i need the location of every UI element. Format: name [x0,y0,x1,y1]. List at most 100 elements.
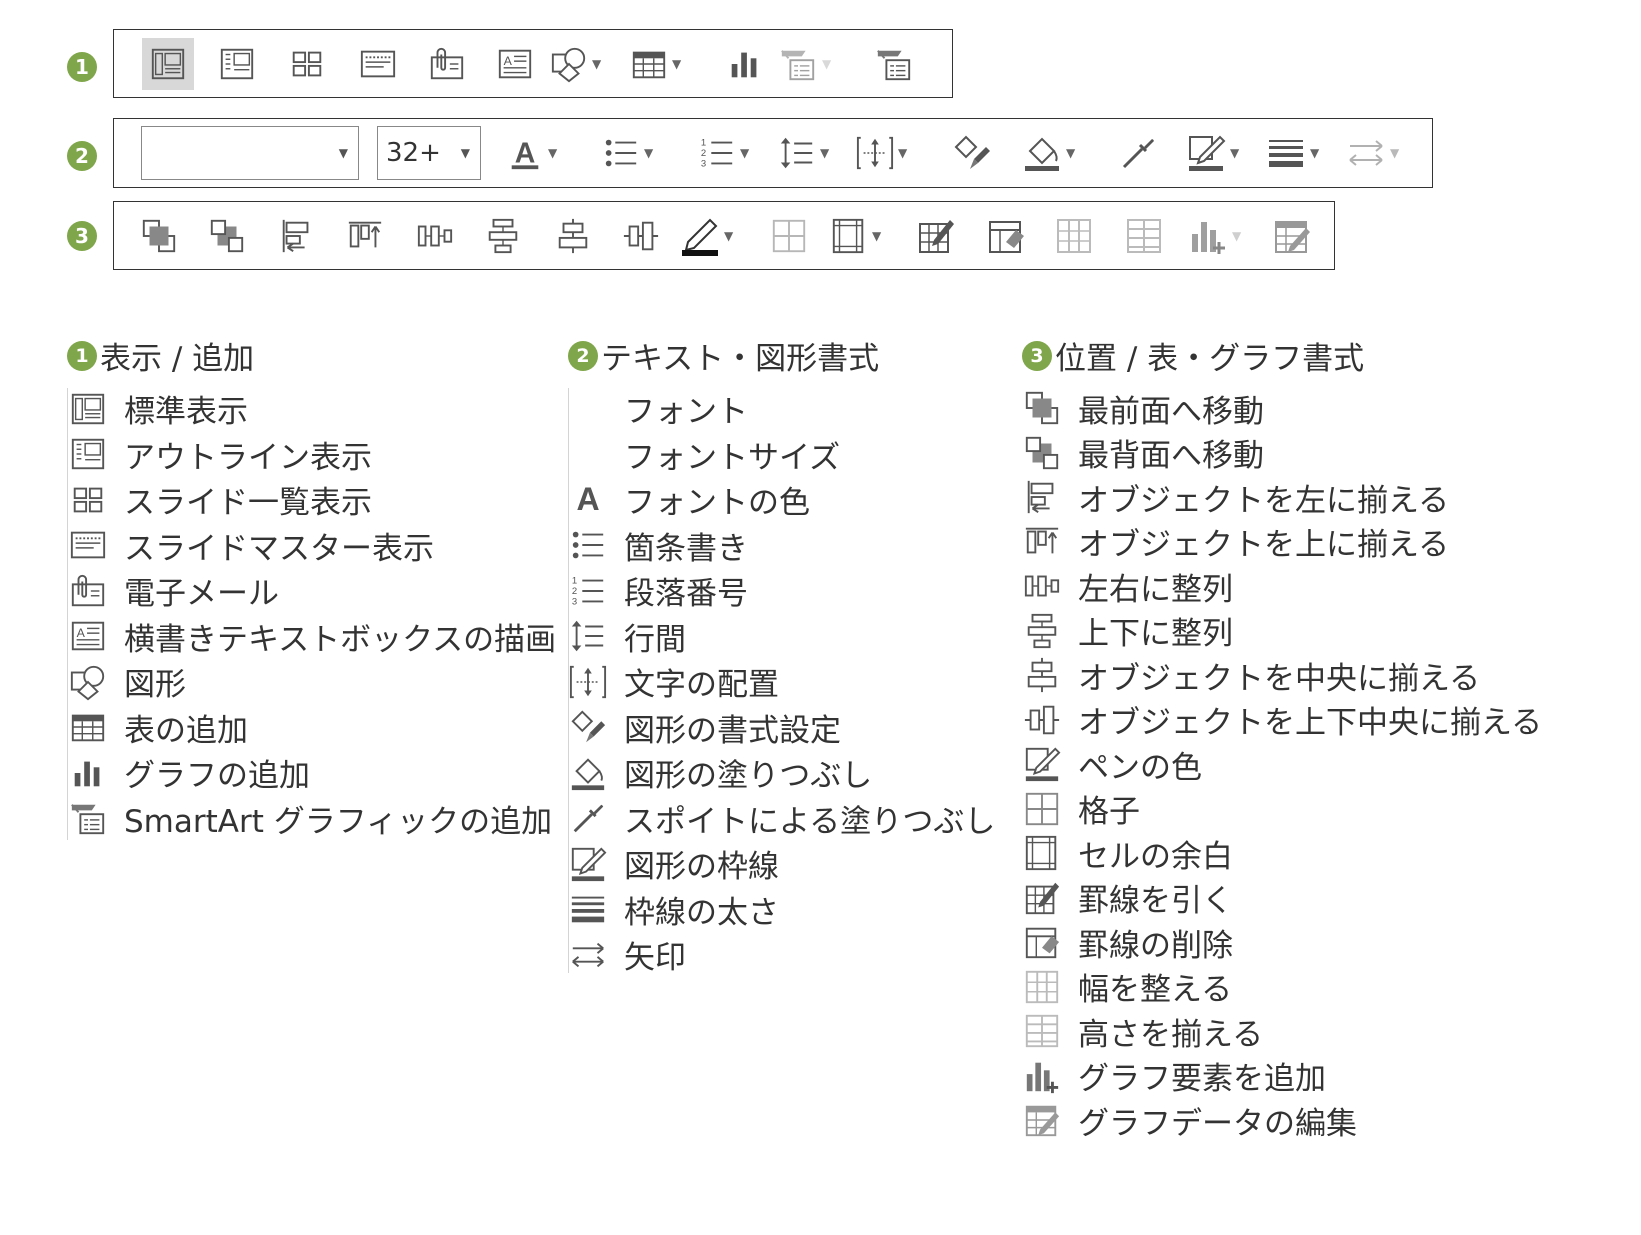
slide-master-icon[interactable] [358,45,398,83]
bring-front-icon[interactable] [140,217,178,255]
edit-data-icon[interactable] [1272,216,1312,256]
distribute-cols-icon[interactable] [1054,216,1094,256]
grid-icon[interactable] [770,217,808,255]
smartart-icon[interactable]: ▼ [778,45,831,83]
shape-icon[interactable]: ▼ [550,45,601,83]
email-icon [66,571,110,611]
list-item: 最前面へ移動 [1020,386,1542,431]
font-name-combo[interactable]: ▼ [141,126,359,180]
list-item: 左右に整列 [1020,564,1542,609]
list-item: 枠線の太さ [566,887,995,933]
eyedropper-icon [566,798,610,838]
list-item-label: 矢印 [624,940,686,977]
list-item: 段落番号 [566,568,995,614]
legend-col3-title-text: 位置 / 表・グラフ書式 [1055,341,1365,377]
list-item-label: ペンの色 [1078,749,1202,786]
smartart-alt-icon[interactable] [874,45,914,83]
list-item: 図形の書式設定 [566,705,995,751]
font-size-combo[interactable]: 32+ ▼ [377,126,481,180]
list-item-label: 罫線を引く [1078,883,1233,920]
line-weight-icon[interactable]: ▼ [1266,133,1319,173]
normal-view-icon[interactable] [142,37,194,90]
smartart-icon [66,798,110,838]
pen-color-icon[interactable]: ▼ [680,216,733,256]
textbox-icon[interactable] [496,45,534,83]
legend-col3-title: 3 位置 / 表・グラフ書式 [1022,333,1364,378]
legend-col1-list: 標準表示 アウトライン表示 スライド一覧表示 スライドマスター表示 電子メール … [66,386,556,841]
normal-view-icon [66,389,110,429]
list-item-label: 箇条書き [624,530,748,567]
line-spacing-icon[interactable]: ▼ [778,134,829,172]
draw-border-icon [1020,878,1064,918]
align-center-icon[interactable] [554,217,592,255]
list-item: 図形 [66,659,556,705]
eyedropper-icon[interactable] [1118,133,1158,173]
list-item-label: 横書きテキストボックスの描画 [124,621,557,658]
list-item: 罫線を引く [1020,876,1542,921]
list-item-label: 行間 [624,621,686,658]
chevron-down-icon: ▼ [740,146,750,160]
list-item: スライド一覧表示 [66,477,556,523]
list-item-label: スライド一覧表示 [124,485,372,522]
list-item: 最背面へ移動 [1020,431,1542,476]
outline-icon[interactable]: ▼ [1186,133,1239,173]
table-icon [66,707,110,747]
list-item: 幅を整える [1020,965,1542,1010]
send-back-icon [1020,433,1064,473]
numbering-icon[interactable]: ▼ [698,134,749,172]
list-item: フォント [566,386,995,432]
add-chart-element-icon [1020,1056,1064,1096]
distribute-rows-icon [1020,1011,1064,1051]
outline-view-icon [66,434,110,474]
list-item: 横書きテキストボックスの描画 [66,614,556,660]
list-item-label: 図形の書式設定 [624,712,841,749]
fill-icon [566,753,610,793]
table-icon[interactable]: ▼ [630,45,681,83]
list-item-label: グラフ要素を追加 [1078,1061,1326,1098]
align-top-icon [1020,522,1064,562]
list-item: 罫線の削除 [1020,920,1542,965]
font-color-icon[interactable]: ▼ [506,134,557,172]
distribute-rows-icon[interactable] [1124,216,1164,256]
draw-border-icon[interactable] [916,216,956,256]
slide-sorter-icon[interactable] [288,45,326,83]
distribute-v-icon[interactable] [484,217,522,255]
erase-border-icon[interactable] [986,216,1026,256]
list-item-label: スポイトによる塗りつぶし [624,803,996,840]
list-item: アウトライン表示 [66,432,556,478]
email-icon[interactable] [428,45,466,83]
list-item: グラフデータの編集 [1020,1098,1542,1143]
list-item-label: グラフの追加 [124,758,310,795]
send-back-icon[interactable] [208,217,246,255]
toolbar-3-badge: 3 [67,221,97,251]
list-item-label: 最前面へ移動 [1078,393,1264,430]
list-item: 上下に整列 [1020,609,1542,654]
chart-icon[interactable] [726,45,764,83]
shape-format-icon[interactable] [952,133,992,173]
chevron-down-icon: ▼ [672,56,682,71]
chevron-down-icon: ▼ [872,228,882,243]
list-item-label: 電子メール [124,576,279,613]
add-chart-element-icon[interactable]: ▼ [1188,216,1241,256]
align-top-icon[interactable] [346,217,384,255]
list-item-label: 上下に整列 [1078,616,1233,653]
arrows-icon [566,935,610,975]
outline-view-icon[interactable] [218,45,256,83]
slide-sorter-icon [66,480,110,520]
cell-margin-icon[interactable]: ▼ [830,217,881,255]
arrows-icon[interactable]: ▼ [1346,133,1399,173]
align-left-icon[interactable] [278,217,316,255]
list-item: スライドマスター表示 [66,523,556,569]
chevron-down-icon: ▼ [338,146,348,160]
distribute-h-icon[interactable] [416,217,454,255]
list-item-label: フォント [624,394,748,431]
cell-margin-icon [1020,833,1064,873]
distribute-v-icon [1020,611,1064,651]
align-middle-icon[interactable] [622,217,660,255]
fill-icon[interactable]: ▼ [1022,133,1075,173]
toolbar-text-format: ▼ 32+ ▼ ▼ ▼ ▼ ▼ ▼ ▼ ▼ ▼ ▼ [113,118,1433,188]
text-align-icon[interactable]: ▼ [856,134,907,172]
chevron-down-icon: ▼ [592,56,602,71]
bullets-icon[interactable]: ▼ [602,134,653,172]
list-item-label: セルの余白 [1078,838,1233,875]
